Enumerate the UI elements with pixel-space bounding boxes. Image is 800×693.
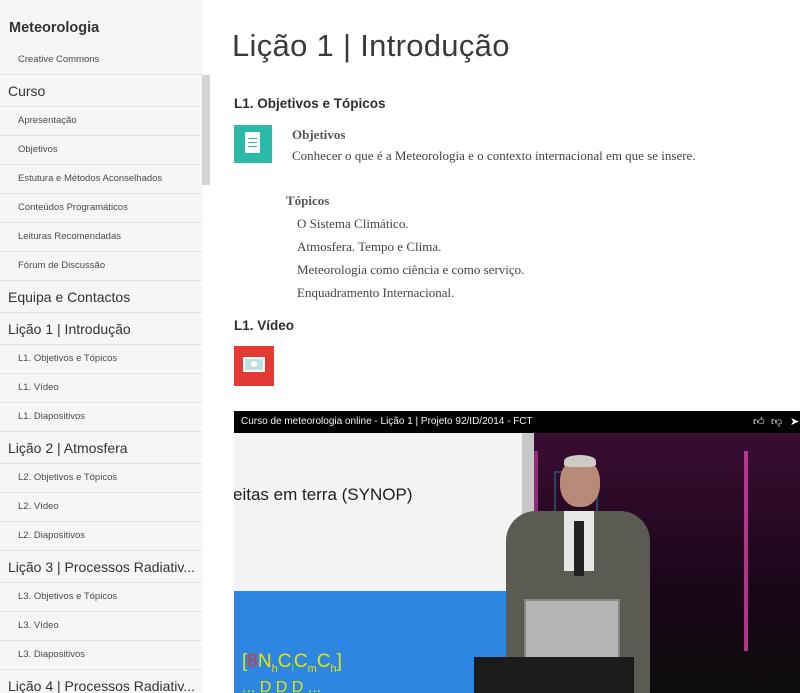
topico-item: O Sistema Climático.	[297, 216, 409, 231]
sidebar-item-label: Lição 2 | Atmosfera	[8, 440, 128, 456]
video-slide-text: eitas em terra (SYNOP)	[234, 485, 413, 504]
section-heading-video: L1. Vídeo	[234, 318, 295, 333]
sidebar-item-label: Creative Commons	[18, 54, 100, 65]
main-content: Lição 1 | Introdução L1. Objetivos e Tóp…	[210, 0, 800, 693]
sidebar-section[interactable]: Lição 2 | Atmosfera	[0, 432, 202, 464]
sidebar-scrollbar[interactable]	[202, 75, 210, 185]
sidebar-item-label: L1. Diapositivos	[18, 411, 86, 422]
sidebar-item-label: L2. Vídeo	[18, 501, 59, 512]
sidebar-item-label: Lição 1 | Introdução	[8, 321, 131, 337]
sidebar-item-label: L2. Diapositivos	[18, 530, 86, 541]
sidebar-item[interactable]: L1. Objetivos e Tópicos	[0, 345, 202, 374]
video-player[interactable]: eitas em terra (SYNOP) [8NhClCmCh] ... D…	[234, 411, 800, 693]
sidebar-item[interactable]: L3. Objetivos e Tópicos	[0, 583, 202, 612]
objetivos-heading: Objetivos	[292, 127, 346, 142]
video-neon-light	[744, 451, 748, 651]
sidebar-nav: Meteorologia Creative Commons Curso Aprese…	[0, 0, 210, 693]
sidebar-item-label: Lição 3 | Processos Radiativ...	[8, 559, 196, 575]
sidebar-item[interactable]: Fórum de Discussão	[0, 252, 202, 281]
thumbs-up-icon[interactable]: 👍︎	[753, 415, 765, 428]
sidebar-section[interactable]: Lição 3 | Processos Radiativ...	[0, 551, 202, 583]
topico-item: Atmosfera. Tempo e Clima.	[297, 239, 442, 254]
sidebar-item-label: Conteúdos Programáticos	[18, 202, 128, 213]
video-title-bar: Curso de meteorologia online - Lição 1 |…	[234, 411, 800, 433]
sidebar-item-label: L2. Objetivos e Tópicos	[18, 472, 118, 483]
topico-item: Enquadramento Internacional.	[297, 285, 455, 300]
sidebar-item-label: Leituras Recomendadas	[18, 231, 121, 242]
sidebar-item[interactable]: L2. Objetivos e Tópicos	[0, 464, 202, 493]
sidebar-panel: Meteorologia Creative Commons Curso Aprese…	[0, 0, 202, 693]
sidebar-item[interactable]: L3. Diapositivos	[0, 641, 202, 670]
sidebar-list: Creative Commons Curso Apresentação Objetiv…	[0, 48, 202, 693]
video-slide-white	[234, 433, 534, 591]
sidebar-section[interactable]: Lição 4 | Processos Radiativ...	[0, 670, 202, 693]
sidebar-item-label: L3. Diapositivos	[18, 649, 86, 660]
video-slide-formula-2: ... D D D ...	[242, 679, 322, 693]
sidebar-item[interactable]: Apresentação	[0, 107, 202, 136]
topicos-heading: Tópicos	[286, 193, 330, 208]
video-presenter-hair	[564, 455, 596, 467]
topico-item: Meteorologia como ciência e como serviço…	[297, 262, 525, 277]
video-presenter-tie	[574, 521, 584, 576]
sidebar-item[interactable]: Conteúdos Programáticos	[0, 194, 202, 223]
sidebar-item-label: L1. Vídeo	[18, 382, 59, 393]
sidebar-item-label: Curso	[8, 83, 46, 99]
sidebar-section[interactable]: Equipa e Contactos	[0, 281, 202, 313]
sidebar-item-label: L3. Objetivos e Tópicos	[18, 591, 118, 602]
sidebar-item-label: L3. Vídeo	[18, 620, 59, 631]
page-title: Lição 1 | Introdução	[232, 28, 510, 63]
sidebar-item[interactable]: Objetivos	[0, 136, 202, 165]
sidebar-item-label: Estutura e Métodos Aconselhados	[18, 173, 163, 184]
sidebar-item-label: L1. Objetivos e Tópicos	[18, 353, 118, 364]
sidebar-brand[interactable]: Meteorologia	[0, 0, 202, 48]
sidebar-item-label: Apresentação	[18, 115, 77, 126]
sidebar-item[interactable]: Leituras Recomendadas	[0, 223, 202, 252]
video-slide-blue	[234, 591, 510, 693]
sidebar-item[interactable]: L1. Diapositivos	[0, 403, 202, 432]
sidebar-item[interactable]: Estutura e Métodos Aconselhados	[0, 165, 202, 194]
sidebar-item[interactable]: Creative Commons	[0, 48, 202, 75]
sidebar-item[interactable]: L2. Diapositivos	[0, 522, 202, 551]
video-slide-formula: [8NhClCmCh]	[242, 651, 342, 675]
video-title[interactable]: Curso de meteorologia online - Lição 1 |…	[241, 416, 533, 427]
sidebar-item[interactable]: L2. Vídeo	[0, 493, 202, 522]
sidebar-item[interactable]: L1. Vídeo	[0, 374, 202, 403]
video-icon	[234, 346, 274, 386]
document-icon	[234, 125, 272, 163]
sidebar-item-label: Objetivos	[18, 144, 58, 155]
sidebar-section[interactable]: Curso	[0, 75, 202, 107]
thumbs-down-icon[interactable]: 👎︎	[771, 415, 782, 428]
share-icon[interactable]: ➤	[790, 415, 799, 428]
sidebar-item[interactable]: L3. Vídeo	[0, 612, 202, 641]
objetivos-text: Conhecer o que é a Meteorologia e o cont…	[292, 148, 696, 163]
section-heading-objetivos-topicos: L1. Objetivos e Tópicos	[234, 96, 386, 111]
video-desk	[474, 657, 634, 693]
sidebar-item-label: Fórum de Discussão	[18, 260, 106, 271]
sidebar-section[interactable]: Lição 1 | Introdução	[0, 313, 202, 345]
sidebar-item-label: Equipa e Contactos	[8, 289, 131, 305]
sidebar-item-label: Lição 4 | Processos Radiativ...	[8, 678, 196, 693]
